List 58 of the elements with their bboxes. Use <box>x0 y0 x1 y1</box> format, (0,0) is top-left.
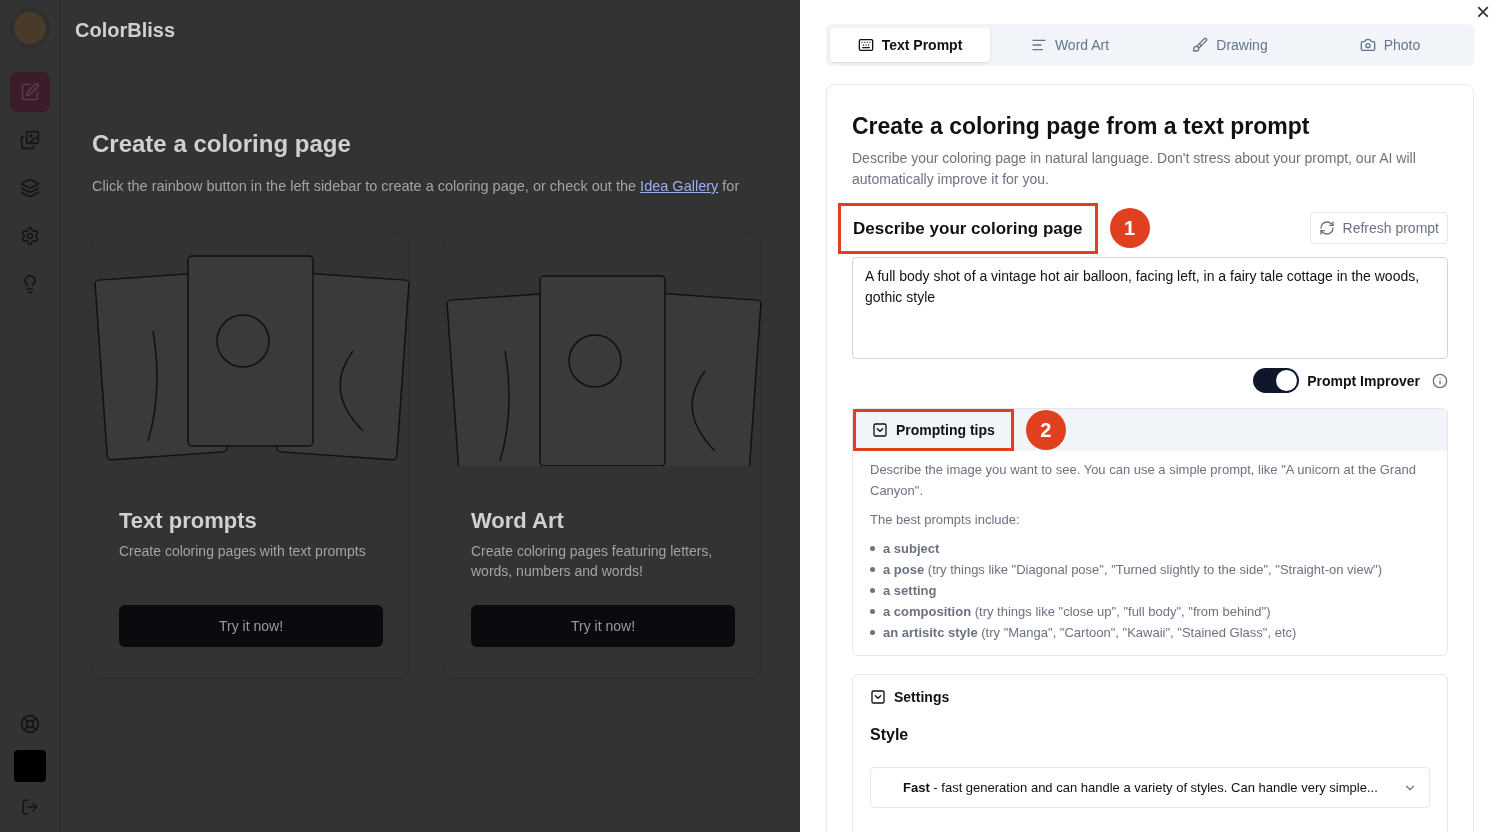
refresh-icon <box>1318 220 1335 237</box>
step-marker: 1 <box>1109 208 1150 249</box>
card-description: Create coloring pages featuring letters, words, numbers and words! <box>471 541 714 581</box>
layers-icon <box>19 178 40 198</box>
tips-intro: Describe the image you want to see. You can use a simple prompt, like "A unicorn at the Grand Canyon". <box>870 461 1417 500</box>
bullet-icon <box>870 630 875 635</box>
bullet-icon <box>870 567 875 572</box>
logout-icon[interactable] <box>20 798 39 816</box>
try-button[interactable]: Try it now! <box>471 604 735 647</box>
edit-image-icon <box>19 82 40 102</box>
style-label: Style <box>870 725 910 745</box>
tab[interactable]: Text Prompt <box>830 28 990 62</box>
prompt-label: Describe your coloring page <box>852 217 1084 240</box>
app-name: ColorBliss <box>75 18 176 43</box>
form-description: Describe your coloring page in natural language. Don't stress about your prompt, our AI will automatically improve it for you. <box>852 148 1417 189</box>
collapse-icon[interactable] <box>872 422 888 438</box>
page-title: Create a coloring page <box>92 129 352 159</box>
try-button[interactable]: Try it now! <box>119 604 383 647</box>
help-icon[interactable] <box>19 714 40 734</box>
idea-gallery-link[interactable]: Idea Gallery <box>640 178 719 194</box>
keyboard-icon <box>857 37 874 53</box>
bullet-icon <box>870 588 875 593</box>
settings-icon <box>19 226 40 246</box>
card-title: Word Art <box>471 506 565 535</box>
tab[interactable]: Photo <box>1310 28 1470 62</box>
gallery-icon <box>19 130 40 150</box>
tip-item: a pose (try things like "Diagonal pose", "Turned slightly to the side", "Straight-on view") <box>883 561 1383 579</box>
page-description: Click the rainbow button in the left sidebar to create a coloring page, or check out the Idea Gallery for <box>92 177 740 196</box>
tip-item: an artisitc style (try "Manga", "Cartoon", "Kawaii", "Stained Glass", etc) <box>883 624 1297 642</box>
tip-item: a setting <box>883 582 937 600</box>
close-button[interactable]: × <box>1476 0 1490 24</box>
settings-title: Settings <box>894 688 950 707</box>
tab[interactable]: Drawing <box>1150 28 1310 62</box>
card-description: Create coloring pages with text prompts <box>119 541 367 561</box>
form-title: Create a coloring page from a text prompt <box>852 112 1311 141</box>
tips-lead: The best prompts include: <box>870 511 1021 529</box>
style-select[interactable]: Fast - fast generation and can handle a variety of styles. Can handle very simple... <box>870 767 1430 808</box>
camera-icon <box>1359 37 1376 53</box>
refresh-prompt-button[interactable]: Refresh prompt <box>1309 212 1448 245</box>
bullet-icon <box>870 609 875 614</box>
card-title: Text prompts <box>119 506 258 535</box>
lines-icon <box>1030 37 1047 53</box>
tab[interactable]: Word Art <box>990 28 1150 62</box>
logo-icon[interactable] <box>9 8 50 48</box>
tips-title: Prompting tips <box>896 421 995 440</box>
tip-item: a subject <box>883 540 940 558</box>
tip-item: a composition (try things like "close up", "full body", "from behind") <box>883 603 1271 621</box>
prompt-input[interactable]: A full body shot of a vintage hot air balloon, facing left, in a fairy tale cottage in the woods, gothic style <box>852 257 1448 359</box>
avatar[interactable] <box>13 750 46 782</box>
prompt-improver-switch[interactable] <box>1253 368 1300 393</box>
collapse-icon[interactable] <box>870 689 886 705</box>
tips-header[interactable]: Prompting tips 2 <box>853 409 1447 451</box>
sidebar-item[interactable] <box>9 72 50 112</box>
brush-icon <box>1192 37 1209 53</box>
info-icon[interactable] <box>1432 372 1448 389</box>
bullet-icon <box>870 546 875 551</box>
prompt-improver-label: Prompt Improver <box>1307 371 1420 391</box>
step-marker: 2 <box>1025 410 1066 450</box>
